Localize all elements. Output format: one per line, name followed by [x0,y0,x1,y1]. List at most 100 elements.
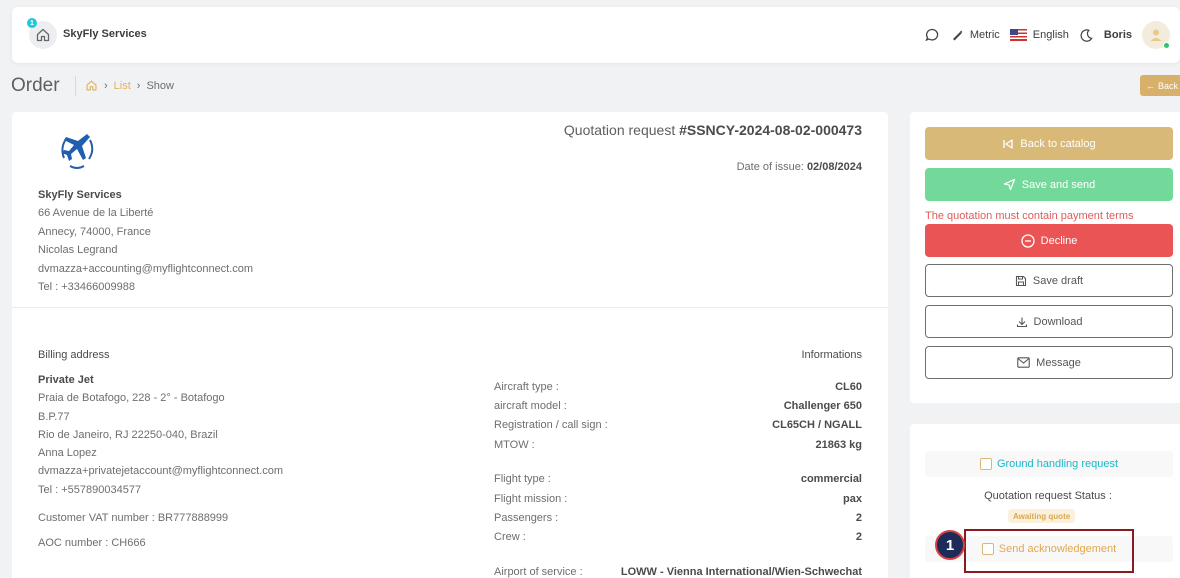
quotation-title: Quotation request #SSNCY-2024-08-02-0004… [564,122,862,138]
billing-contact: Anna Lopez [38,447,97,460]
info-label: Flight mission : [494,492,568,505]
annotation-marker: 1 [935,530,965,560]
company-contact: Nicolas Legrand [38,244,118,257]
user-avatar-icon [1150,29,1162,41]
breadcrumb-list-link[interactable]: List [114,80,131,92]
company-address-line: Annecy, 74000, France [38,225,151,238]
info-row: aircraft model : Challenger 650 [494,396,862,415]
ruler-icon [952,30,962,41]
user-name[interactable]: Boris [1104,29,1132,41]
aoc-number: AOC number : CH666 [38,537,146,550]
info-row: Registration / call sign : CL65CH / NGALL [494,416,862,435]
company-address: SkyFly Services 66 Avenue de la Liberté … [38,186,253,296]
send-icon [1003,178,1016,191]
info-value: 21863 kg [815,438,862,451]
breadcrumb-home-icon[interactable] [85,79,98,92]
message-button[interactable]: Message [925,346,1173,379]
informations-heading: Informations [801,349,862,361]
notification-badge: 1 [27,18,37,28]
info-row: Flight mission : pax [494,489,862,508]
info-row: MTOW : 21863 kg [494,435,862,454]
actions-card: Back to catalog Save and send The quotat… [910,112,1180,403]
billing-email: dvmazza+privatejetaccount@myflightconnec… [38,465,284,478]
language-selector[interactable]: English [1009,29,1069,41]
info-label: Flight type : [494,473,551,486]
issue-date-label: Date of issue: [736,161,804,173]
info-row: Crew : 2 [494,528,862,547]
info-label: Aircraft type : [494,380,559,393]
info-value: Challenger 650 [783,399,862,412]
save-and-send-button[interactable]: Save and send [925,168,1173,201]
info-label: Passengers : [494,511,559,524]
ground-handling-checkbox-row[interactable]: Ground handling request [925,451,1173,477]
info-row: Airport of service : LOWW - Vienna Intern… [494,562,862,578]
customer-vat: Customer VAT number : BR777888999 [38,512,229,525]
back-to-catalog-button[interactable]: Back to catalog [925,127,1173,160]
user-avatar[interactable] [1142,21,1170,49]
billing-phone: Tel : +557890034577 [38,483,142,496]
billing-address-line: Rio de Janeiro, RJ 22250-040, Brazil [38,428,218,441]
info-value: 2 [855,511,862,524]
annotation-highlight-box [964,529,1134,573]
top-navbar: 1 SkyFly Services Metric English Boris [12,7,1180,63]
language-label: English [1032,29,1069,41]
info-row: Flight type : commercial [494,470,862,489]
breadcrumb-current: Show [146,79,174,92]
billing-address: Billing address Private Jet Praia de Bot… [38,349,283,549]
brand-name: SkyFly Services [63,28,147,40]
minus-circle-icon [1021,233,1035,248]
info-label: aircraft model : [494,399,567,412]
status-label: Quotation request Status : [984,490,1112,502]
company-address-line: 66 Avenue de la Liberté [38,207,154,220]
billing-heading: Billing address [38,349,110,361]
company-phone: Tel : +33466009988 [38,281,135,294]
breadcrumb-divider [75,76,76,96]
issue-date-value: 02/08/2024 [806,161,862,173]
decline-button[interactable]: Decline [925,224,1173,257]
chat-button[interactable] [924,27,940,43]
mail-icon [1017,357,1030,368]
ground-handling-checkbox[interactable] [979,458,992,470]
breadcrumb: › List › Show [85,79,174,92]
topbar-actions: Metric English Boris [924,7,1170,63]
back-button-label: Back [1158,80,1179,91]
section-divider [12,307,888,308]
payment-terms-warning: The quotation must contain payment terms [925,210,1134,222]
chat-icon [925,28,939,42]
back-to-catalog-label: Back to catalog [1020,137,1096,150]
company-email: dvmazza+accounting@myflightconnect.com [38,262,254,275]
info-label: Airport of service : [494,566,583,578]
quotation-number: #SSNCY-2024-08-02-000473 [679,122,862,138]
flag-us-icon [1009,29,1027,41]
ground-handling-label: Ground handling request [996,458,1119,470]
save-draft-button[interactable]: Save draft [925,264,1173,297]
chevron-right-icon: › [136,79,141,92]
units-toggle[interactable]: Metric [950,28,1000,42]
billing-address-line: Praia de Botafogo, 228 - 2° - Botafogo [38,392,225,405]
message-label: Message [1036,356,1081,369]
info-label: MTOW : [494,438,535,451]
info-value: LOWW - Vienna International/Wien-Schwech… [620,566,862,578]
company-logo [61,134,94,169]
info-label: Crew : [494,531,526,544]
online-status-dot [1163,42,1170,49]
back-button[interactable]: ← Back [1140,75,1180,96]
info-value: 2 [855,531,862,544]
decline-label: Decline [1040,234,1078,247]
info-row: Aircraft type : CL60 [494,377,862,396]
informations-list: Aircraft type : CL60 aircraft model : Chal… [494,377,862,578]
download-button[interactable]: Download [925,305,1173,338]
chevron-right-icon: › [104,79,108,92]
info-value: CL60 [835,380,862,393]
quotation-title-prefix: Quotation request [563,122,676,138]
save-draft-label: Save draft [1032,274,1084,287]
billing-address-line: B.P.77 [38,410,70,423]
quotation-card: Quotation request #SSNCY-2024-08-02-0004… [12,112,888,578]
info-row: Passengers : 2 [494,508,862,527]
info-value: CL65CH / NGALL [772,419,862,432]
skip-back-icon [1003,138,1014,149]
page-title: Order [11,75,60,96]
save-and-send-label: Save and send [1021,178,1096,191]
theme-toggle[interactable] [1079,28,1094,43]
issue-date: Date of issue: 02/08/2024 [737,161,862,173]
